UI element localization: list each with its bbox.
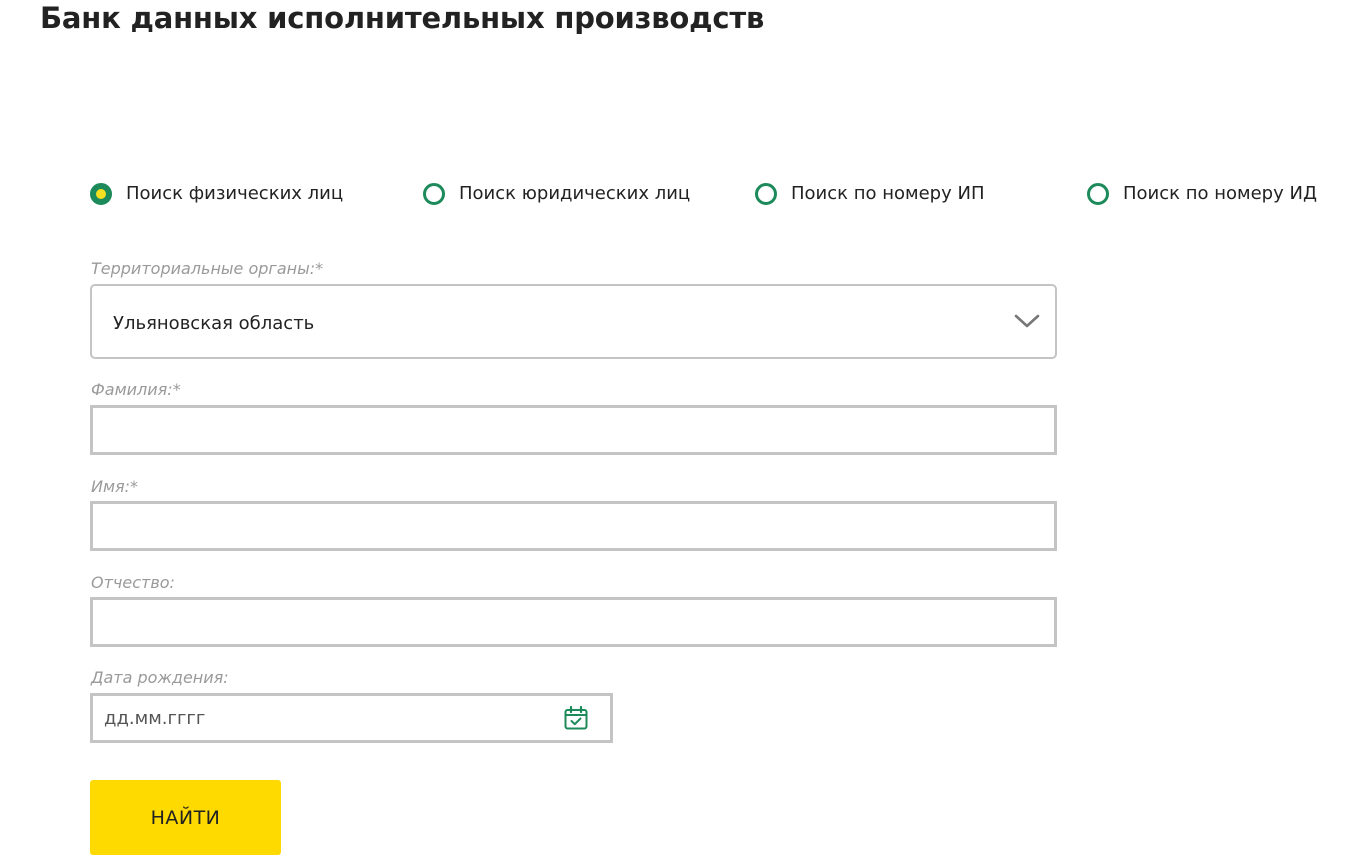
radio-label-id-number: Поиск по номеру ИД: [1123, 183, 1318, 204]
chevron-down-icon: [1014, 314, 1040, 328]
territorial-label: Территориальные органы:*: [91, 259, 324, 278]
radio-label-individuals: Поиск физических лиц: [126, 183, 344, 204]
radio-label-ip-number: Поиск по номеру ИП: [791, 183, 985, 204]
calendar-icon[interactable]: [563, 705, 589, 731]
radio-individuals[interactable]: Поиск физических лиц: [90, 180, 343, 208]
lastname-input[interactable]: [90, 405, 1057, 455]
firstname-label: Имя:*: [91, 477, 139, 496]
lastname-label: Фамилия:*: [91, 380, 181, 399]
patronymic-input[interactable]: [90, 597, 1057, 647]
radio-button[interactable]: [1087, 183, 1109, 205]
radio-button[interactable]: [423, 183, 445, 205]
firstname-input[interactable]: [90, 501, 1057, 551]
radio-button-checked[interactable]: [90, 183, 112, 205]
radio-ip-number[interactable]: Поиск по номеру ИП: [755, 180, 984, 208]
radio-id-number[interactable]: Поиск по номеру ИД: [1087, 180, 1317, 208]
radio-label-legal-entities: Поиск юридических лиц: [459, 183, 691, 204]
radio-button[interactable]: [755, 183, 777, 205]
birthdate-input[interactable]: [93, 696, 543, 740]
territorial-select[interactable]: Ульяновская область: [90, 284, 1057, 359]
radio-selected-dot: [96, 189, 106, 199]
radio-legal-entities[interactable]: Поиск юридических лиц: [423, 180, 690, 208]
page-title: Банк данных исполнительных производств: [40, 1, 765, 35]
territorial-selected-value: Ульяновская область: [113, 313, 315, 334]
search-button[interactable]: НАЙТИ: [90, 780, 281, 855]
patronymic-label: Отчество:: [91, 573, 175, 592]
birthdate-field: [90, 693, 613, 743]
birthdate-label: Дата рождения:: [91, 668, 229, 687]
